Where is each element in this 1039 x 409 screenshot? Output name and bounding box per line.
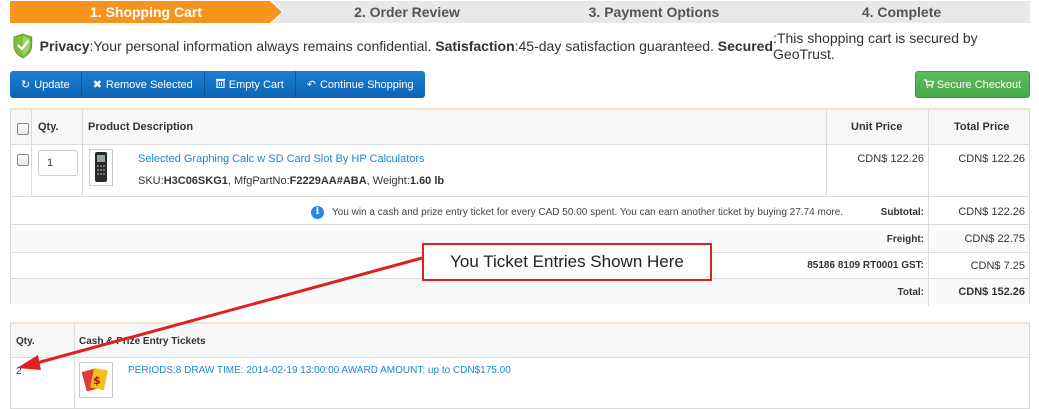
annotation-arrow (17, 256, 423, 370)
annotation-callout: You Ticket Entries Shown Here (422, 243, 712, 281)
